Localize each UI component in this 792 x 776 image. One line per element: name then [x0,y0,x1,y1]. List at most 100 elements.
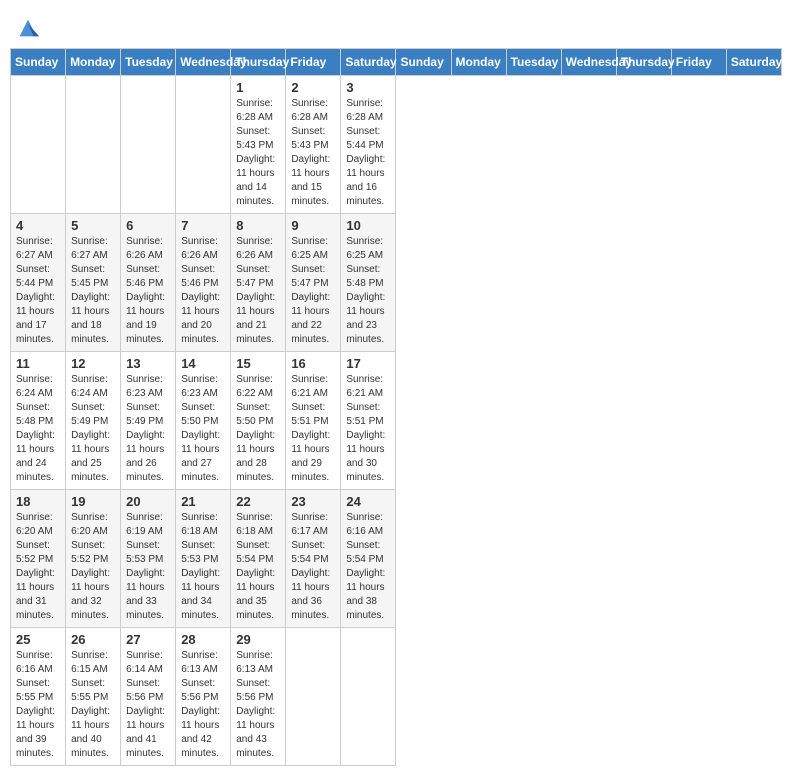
calendar-table: SundayMondayTuesdayWednesdayThursdayFrid… [10,48,782,766]
calendar-day-cell: 1 Sunrise: 6:28 AM Sunset: 5:43 PM Daylig… [231,76,286,214]
day-info: Sunrise: 6:26 AM Sunset: 5:46 PM Dayligh… [126,235,170,347]
day-number: 25 [16,632,60,647]
day-info: Sunrise: 6:20 AM Sunset: 5:52 PM Dayligh… [71,511,115,623]
calendar-day-cell: 25Sunrise: 6:16 AM Sunset: 5:55 PM Dayli… [11,628,66,766]
calendar-header-sunday: Sunday [396,49,451,76]
logo-icon [14,14,42,42]
calendar-day-cell [11,76,66,214]
day-number: 3 [346,80,390,95]
calendar-day-cell [286,628,341,766]
day-number: 15 [236,356,280,371]
day-number: 16 [291,356,335,371]
calendar-day-cell [176,76,231,214]
day-number: 29 [236,632,280,647]
calendar-day-cell: 16 Sunrise: 6:21 AM Sunset: 5:51 PM Dayli… [286,352,341,490]
calendar-day-cell: 5 Sunrise: 6:27 AM Sunset: 5:45 PM Daylig… [66,214,121,352]
calendar-day-cell [341,628,396,766]
calendar-header-row: SundayMondayTuesdayWednesdayThursdayFrid… [11,49,782,76]
logo [10,14,42,42]
calendar-day-cell: 17 Sunrise: 6:21 AM Sunset: 5:51 PM Dayli… [341,352,396,490]
day-info: Sunrise: 6:24 AM Sunset: 5:48 PM Dayligh… [16,373,60,485]
day-number: 27 [126,632,170,647]
calendar-day-cell [66,76,121,214]
day-number: 1 [236,80,280,95]
day-info: Sunrise: 6:21 AM Sunset: 5:51 PM Dayligh… [346,373,390,485]
calendar-header-monday: Monday [66,49,121,76]
calendar-header-friday: Friday [286,49,341,76]
day-number: 20 [126,494,170,509]
day-number: 7 [181,218,225,233]
calendar-day-cell: 20 Sunrise: 6:19 AM Sunset: 5:53 PM Dayli… [121,490,176,628]
calendar-day-cell: 18Sunrise: 6:20 AM Sunset: 5:52 PM Dayli… [11,490,66,628]
calendar-week-row: 1 Sunrise: 6:28 AM Sunset: 5:43 PM Daylig… [11,76,782,214]
calendar-header-wednesday: Wednesday [561,49,616,76]
calendar-day-cell: 11 Sunrise: 6:24 AM Sunset: 5:48 PM Dayli… [11,352,66,490]
day-number: 22 [236,494,280,509]
day-info: Sunrise: 6:19 AM Sunset: 5:53 PM Dayligh… [126,511,170,623]
calendar-header-thursday: Thursday [616,49,671,76]
day-info: Sunrise: 6:20 AM Sunset: 5:52 PM Dayligh… [16,511,60,623]
day-info: Sunrise: 6:23 AM Sunset: 5:50 PM Dayligh… [181,373,225,485]
calendar-header-monday: Monday [451,49,506,76]
day-number: 13 [126,356,170,371]
calendar-day-cell: 7 Sunrise: 6:26 AM Sunset: 5:46 PM Daylig… [176,214,231,352]
day-number: 26 [71,632,115,647]
calendar-day-cell: 24 Sunrise: 6:16 AM Sunset: 5:54 PM Dayli… [341,490,396,628]
calendar-day-cell: 14 Sunrise: 6:23 AM Sunset: 5:50 PM Dayli… [176,352,231,490]
day-number: 21 [181,494,225,509]
day-number: 14 [181,356,225,371]
day-info: Sunrise: 6:14 AM Sunset: 5:56 PM Dayligh… [126,649,170,761]
day-info: Sunrise: 6:13 AM Sunset: 5:56 PM Dayligh… [181,649,225,761]
calendar-day-cell: 8 Sunrise: 6:26 AM Sunset: 5:47 PM Daylig… [231,214,286,352]
day-info: Sunrise: 6:28 AM Sunset: 5:43 PM Dayligh… [236,97,280,209]
calendar-header-thursday: Thursday [231,49,286,76]
calendar-day-cell: 13 Sunrise: 6:23 AM Sunset: 5:49 PM Dayli… [121,352,176,490]
day-number: 23 [291,494,335,509]
calendar-week-row: 25Sunrise: 6:16 AM Sunset: 5:55 PM Dayli… [11,628,782,766]
calendar-day-cell: 9Sunrise: 6:25 AM Sunset: 5:47 PM Daylig… [286,214,341,352]
calendar-day-cell: 22Sunrise: 6:18 AM Sunset: 5:54 PM Dayli… [231,490,286,628]
day-number: 24 [346,494,390,509]
calendar-week-row: 4Sunrise: 6:27 AM Sunset: 5:44 PM Daylig… [11,214,782,352]
day-number: 28 [181,632,225,647]
calendar-header-sunday: Sunday [11,49,66,76]
day-info: Sunrise: 6:25 AM Sunset: 5:47 PM Dayligh… [291,235,335,347]
calendar-header-friday: Friday [671,49,726,76]
calendar-day-cell [121,76,176,214]
day-info: Sunrise: 6:26 AM Sunset: 5:46 PM Dayligh… [181,235,225,347]
day-info: Sunrise: 6:26 AM Sunset: 5:47 PM Dayligh… [236,235,280,347]
day-info: Sunrise: 6:13 AM Sunset: 5:56 PM Dayligh… [236,649,280,761]
day-number: 17 [346,356,390,371]
calendar-header-saturday: Saturday [726,49,781,76]
calendar-day-cell: 6 Sunrise: 6:26 AM Sunset: 5:46 PM Daylig… [121,214,176,352]
day-info: Sunrise: 6:25 AM Sunset: 5:48 PM Dayligh… [346,235,390,347]
day-number: 12 [71,356,115,371]
day-number: 2 [291,80,335,95]
day-info: Sunrise: 6:22 AM Sunset: 5:50 PM Dayligh… [236,373,280,485]
day-number: 8 [236,218,280,233]
day-info: Sunrise: 6:24 AM Sunset: 5:49 PM Dayligh… [71,373,115,485]
day-info: Sunrise: 6:16 AM Sunset: 5:54 PM Dayligh… [346,511,390,623]
day-info: Sunrise: 6:15 AM Sunset: 5:55 PM Dayligh… [71,649,115,761]
calendar-day-cell: 27 Sunrise: 6:14 AM Sunset: 5:56 PM Dayli… [121,628,176,766]
calendar-header-saturday: Saturday [341,49,396,76]
page-header [10,10,782,42]
day-info: Sunrise: 6:27 AM Sunset: 5:44 PM Dayligh… [16,235,60,347]
calendar-day-cell: 12 Sunrise: 6:24 AM Sunset: 5:49 PM Dayli… [66,352,121,490]
day-number: 10 [346,218,390,233]
calendar-day-cell: 10 Sunrise: 6:25 AM Sunset: 5:48 PM Dayli… [341,214,396,352]
day-info: Sunrise: 6:27 AM Sunset: 5:45 PM Dayligh… [71,235,115,347]
calendar-day-cell: 29 Sunrise: 6:13 AM Sunset: 5:56 PM Dayli… [231,628,286,766]
calendar-day-cell: 15 Sunrise: 6:22 AM Sunset: 5:50 PM Dayli… [231,352,286,490]
day-number: 5 [71,218,115,233]
day-info: Sunrise: 6:28 AM Sunset: 5:43 PM Dayligh… [291,97,335,209]
day-info: Sunrise: 6:21 AM Sunset: 5:51 PM Dayligh… [291,373,335,485]
calendar-header-tuesday: Tuesday [121,49,176,76]
day-number: 6 [126,218,170,233]
day-number: 19 [71,494,115,509]
calendar-day-cell: 26 Sunrise: 6:15 AM Sunset: 5:55 PM Dayli… [66,628,121,766]
day-info: Sunrise: 6:23 AM Sunset: 5:49 PM Dayligh… [126,373,170,485]
calendar-day-cell: 19 Sunrise: 6:20 AM Sunset: 5:52 PM Dayli… [66,490,121,628]
calendar-week-row: 11 Sunrise: 6:24 AM Sunset: 5:48 PM Dayli… [11,352,782,490]
day-number: 11 [16,356,60,371]
